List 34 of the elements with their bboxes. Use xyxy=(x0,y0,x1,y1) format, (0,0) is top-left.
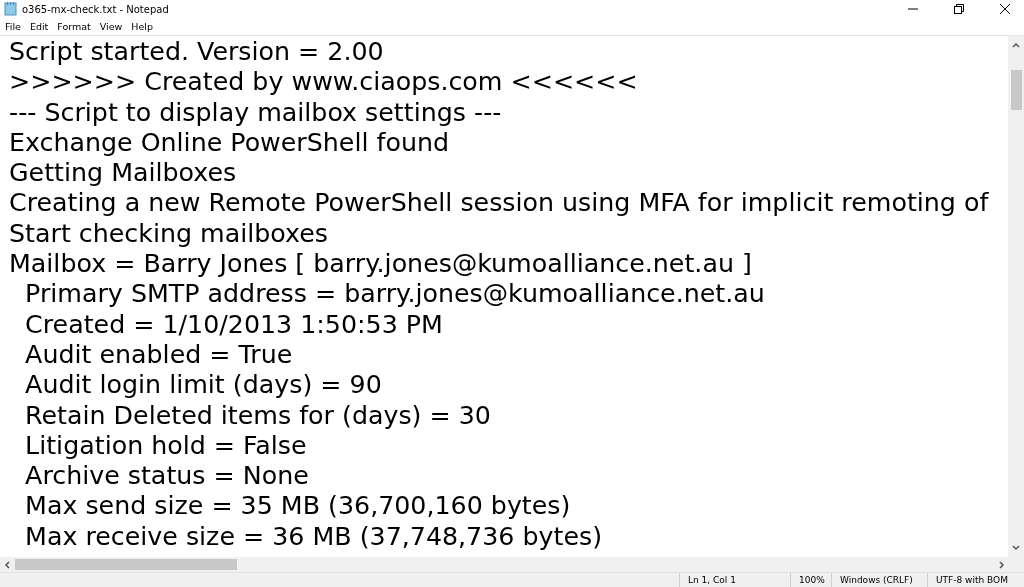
text-line: Mailbox = Barry Jones [ barry.jones@kumoalliance.net.au ] xyxy=(9,249,752,279)
text-line: Audit login limit (days) = 90 xyxy=(24,370,382,400)
text-line: Exchange Online PowerShell found xyxy=(9,127,450,157)
status-item: Windows (CRLF) xyxy=(831,573,927,587)
menu-item[interactable]: Edit xyxy=(27,21,53,32)
text-line: Archive status = None xyxy=(24,461,309,491)
scroll-thumb[interactable] xyxy=(1010,70,1022,110)
text-line: Start checking mailboxes xyxy=(9,218,328,248)
scroll-thumb[interactable] xyxy=(15,559,237,570)
status-item: 100% xyxy=(790,573,831,587)
text-line: Script started. Version = 2.00 xyxy=(9,37,384,66)
notepad-icon xyxy=(4,2,18,16)
text-line: Retain Deleted items for (days) = 30 xyxy=(24,400,491,430)
text-line: Getting Mailboxes xyxy=(9,158,237,188)
horizontal-scrollbar[interactable] xyxy=(0,557,1024,572)
close-icon[interactable] xyxy=(1000,4,1010,14)
text-line: Max send size = 35 MB (36,700,160 bytes) xyxy=(24,491,571,521)
status-item: UTF-8 with BOM xyxy=(927,573,1024,587)
text-line: Litigation hold = False xyxy=(24,430,307,460)
text-line: Created = 1/10/2013 1:50:53 PM xyxy=(24,309,443,339)
menu-item[interactable]: View xyxy=(97,21,127,32)
text-line: Primary SMTP address = barry.jones@kumoalliance.net.au xyxy=(24,279,765,309)
text-line: Max receive size = 36 MB (37,748,736 bytes) xyxy=(24,521,602,551)
text-line: Creating a new Remote PowerShell session using MFA for implicit remoting of xyxy=(9,188,989,218)
menu-item[interactable]: File xyxy=(3,21,25,32)
status-item: Ln 1, Col 1 xyxy=(679,573,790,587)
menu-item[interactable]: Format xyxy=(55,21,95,32)
restore-icon[interactable] xyxy=(954,4,964,14)
text-line: >>>>>> Created by www.ciaops.com <<<<<< xyxy=(9,67,638,97)
menu-item[interactable]: Help xyxy=(129,21,157,32)
vertical-scrollbar[interactable] xyxy=(1008,36,1024,557)
window-title: o365-mx-check.txt - Notepad xyxy=(22,3,169,15)
text-line: Audit enabled = True xyxy=(24,339,293,369)
text-line: --- Script to display mailbox settings --- xyxy=(9,97,502,127)
